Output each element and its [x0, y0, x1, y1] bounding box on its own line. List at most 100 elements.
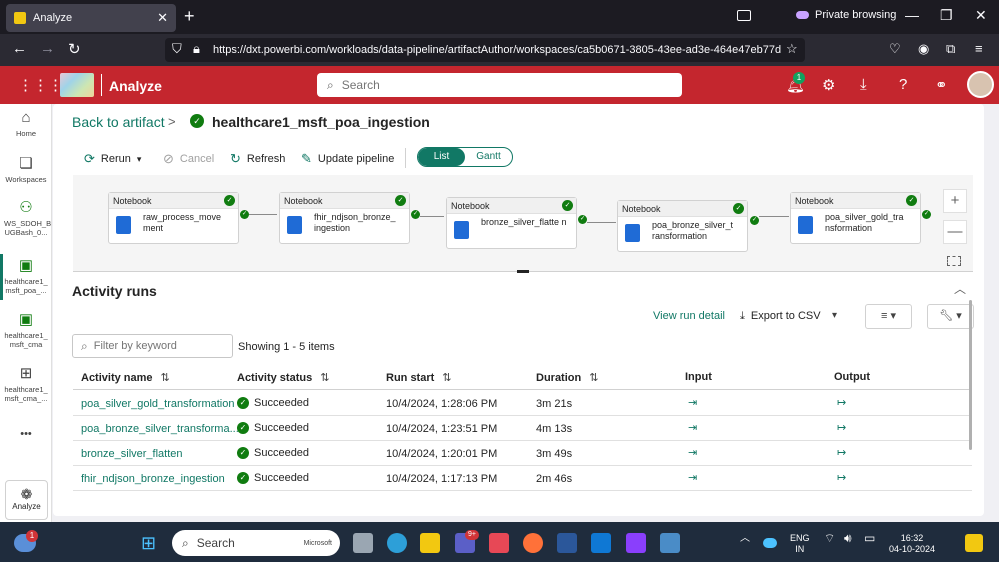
- back-to-artifact-link[interactable]: Back to artifact: [72, 114, 165, 130]
- pipeline-node[interactable]: Notebook ✓ raw_process_move ment: [108, 192, 239, 244]
- taskbar-search[interactable]: ⌕ Search Microsoft: [172, 530, 340, 556]
- language-indicator[interactable]: ENG IN: [790, 533, 810, 555]
- file-explorer-icon[interactable]: [420, 533, 440, 553]
- browser-tab[interactable]: Analyze ✕: [6, 4, 176, 32]
- splitter-grip[interactable]: [517, 270, 529, 273]
- table-scrollbar[interactable]: [969, 300, 972, 450]
- rail-item-healthcare1-poa[interactable]: ▣ healthcare1_ msft_poa_...: [0, 258, 52, 296]
- rail-more-icon[interactable]: •••: [0, 429, 52, 440]
- activity-name-link[interactable]: fhir_ndjson_bronze_ingestion: [81, 473, 225, 485]
- activity-name-link[interactable]: poa_silver_gold_transformation: [81, 398, 234, 410]
- view-run-detail-link[interactable]: View run detail: [653, 310, 725, 322]
- filter-box[interactable]: ⌕: [72, 334, 233, 358]
- back-arrow-icon[interactable]: ←: [12, 40, 27, 57]
- wifi-icon[interactable]: ⌔: [824, 532, 835, 544]
- account-icon[interactable]: ◉: [918, 41, 929, 57]
- rerun-button[interactable]: ⟳ Rerun ▾: [84, 151, 141, 167]
- search-input[interactable]: [341, 78, 642, 92]
- export-to-csv-button[interactable]: ⤓ Export to CSV: [740, 310, 821, 323]
- download-icon[interactable]: ⤓: [860, 76, 867, 93]
- window-close-icon[interactable]: ✕: [975, 7, 987, 24]
- battery-icon[interactable]: ▭: [864, 532, 875, 544]
- sort-icon[interactable]: ⇅: [320, 372, 329, 384]
- volume-icon[interactable]: 🔊︎: [844, 532, 852, 544]
- column-options-button[interactable]: 🔧︎ ▾: [927, 304, 974, 329]
- filter-menu-button[interactable]: ≡ ▾: [865, 304, 912, 329]
- rail-item-healthcare1-cma-2[interactable]: ⊞ healthcare1_ msft_cma_...: [0, 366, 52, 404]
- input-sign-in-icon[interactable]: ⇥: [688, 471, 697, 484]
- activity-name-link[interactable]: bronze_silver_flatten: [81, 448, 183, 460]
- app-icon[interactable]: [489, 533, 509, 553]
- input-sign-in-icon[interactable]: ⇥: [688, 396, 697, 409]
- sort-icon[interactable]: ⇅: [161, 372, 170, 384]
- rail-item-workspaces[interactable]: ❏ Workspaces: [0, 156, 52, 185]
- output-sign-out-icon[interactable]: ↦: [837, 471, 846, 484]
- global-search[interactable]: ⌕: [317, 73, 682, 97]
- shield-icon[interactable]: ⛉: [172, 41, 182, 57]
- column-header-start[interactable]: Run start ⇅: [386, 371, 452, 384]
- zoom-out-button[interactable]: —: [943, 220, 967, 244]
- rail-analyze-button[interactable]: ❁ Analyze: [5, 480, 48, 520]
- user-avatar[interactable]: [967, 71, 994, 98]
- update-pipeline-button[interactable]: ✎ Update pipeline: [301, 151, 394, 167]
- output-sign-out-icon[interactable]: ↦: [837, 446, 846, 459]
- rail-item-healthcare1-cma[interactable]: ▣ healthcare1_ msft_cma: [0, 312, 52, 350]
- bookmark-star-icon[interactable]: ☆: [786, 41, 798, 57]
- reload-icon[interactable]: ↻: [68, 40, 81, 58]
- snipping-tool-icon[interactable]: [660, 533, 680, 553]
- edge-browser-icon[interactable]: [387, 533, 407, 553]
- firefox-private-icon[interactable]: [626, 533, 646, 553]
- input-sign-in-icon[interactable]: ⇥: [688, 421, 697, 434]
- input-sign-in-icon[interactable]: ⇥: [688, 446, 697, 459]
- export-chevron-down-icon[interactable]: ▾: [832, 310, 837, 321]
- windows-start-icon[interactable]: ⊞: [141, 533, 156, 554]
- column-header-status[interactable]: Activity status ⇅: [237, 371, 329, 384]
- output-sign-out-icon[interactable]: ↦: [837, 396, 846, 409]
- app-launcher-icon[interactable]: ⋮⋮⋮: [18, 76, 63, 94]
- restore-icon[interactable]: ❐: [940, 7, 953, 24]
- column-header-duration[interactable]: Duration ⇅: [536, 371, 598, 384]
- refresh-button[interactable]: ↻ Refresh: [230, 151, 285, 167]
- url-bar[interactable]: https://dxt.powerbi.com/workloads/data-p…: [165, 38, 805, 62]
- activity-name-link[interactable]: poa_bronze_silver_transforma...: [81, 423, 239, 435]
- notifications-center-icon[interactable]: [965, 534, 983, 552]
- onedrive-icon[interactable]: [763, 538, 777, 548]
- sort-icon[interactable]: ⇅: [442, 372, 451, 384]
- collapse-chevron-up-icon[interactable]: ︿: [954, 280, 966, 297]
- output-sign-out-icon[interactable]: ↦: [837, 421, 846, 434]
- menu-icon[interactable]: ≡: [975, 41, 983, 56]
- tab-overview-icon[interactable]: [737, 10, 751, 21]
- view-list-option[interactable]: List: [418, 148, 465, 166]
- rail-item-home[interactable]: ⌂ Home: [0, 110, 52, 139]
- clock[interactable]: 16:32 04-10-2024: [884, 533, 940, 555]
- sort-icon[interactable]: ⇅: [589, 372, 598, 384]
- cancel-button[interactable]: ⊘ Cancel: [163, 151, 214, 167]
- success-check-icon: ✓: [237, 472, 249, 484]
- lock-icon[interactable]: 🔒︎: [193, 41, 200, 57]
- firefox-icon[interactable]: [523, 533, 543, 553]
- pipeline-node[interactable]: Notebook ✓ bronze_silver_flatte n: [446, 197, 577, 249]
- minimize-icon[interactable]: —: [905, 7, 919, 23]
- rail-item-ws-sdoh[interactable]: ⚇ WS_SDOH_B UGBash_0...: [0, 200, 52, 238]
- share-feedback-icon[interactable]: ⚭: [935, 76, 948, 94]
- tray-chevron-up-icon[interactable]: ︿: [740, 533, 750, 544]
- new-tab-button[interactable]: +: [184, 6, 195, 27]
- fit-to-screen-icon[interactable]: [947, 256, 961, 266]
- outlook-icon[interactable]: [591, 533, 611, 553]
- forward-arrow-icon[interactable]: →: [40, 40, 55, 57]
- task-view-icon[interactable]: [353, 533, 373, 553]
- view-gantt-option[interactable]: Gantt: [465, 148, 512, 166]
- pipeline-node[interactable]: Notebook ✓ poa_bronze_silver_t ransforma…: [617, 200, 748, 252]
- pipeline-node[interactable]: Notebook ✓ poa_silver_gold_tra nsformati…: [790, 192, 921, 244]
- zoom-in-button[interactable]: +: [943, 189, 967, 213]
- close-tab-icon[interactable]: ✕: [157, 10, 168, 26]
- column-header-name[interactable]: Activity name ⇅: [81, 371, 170, 384]
- help-icon[interactable]: ?: [899, 76, 907, 93]
- pipeline-node[interactable]: Notebook ✓ fhir_ndjson_bronze_ ingestion: [279, 192, 410, 244]
- view-toggle[interactable]: List Gantt: [417, 147, 513, 167]
- settings-gear-icon[interactable]: ⚙: [822, 76, 835, 94]
- word-icon[interactable]: [557, 533, 577, 553]
- extensions-icon[interactable]: ⧉: [946, 41, 955, 57]
- filter-input[interactable]: [93, 340, 224, 352]
- pocket-icon[interactable]: ♡: [889, 41, 901, 57]
